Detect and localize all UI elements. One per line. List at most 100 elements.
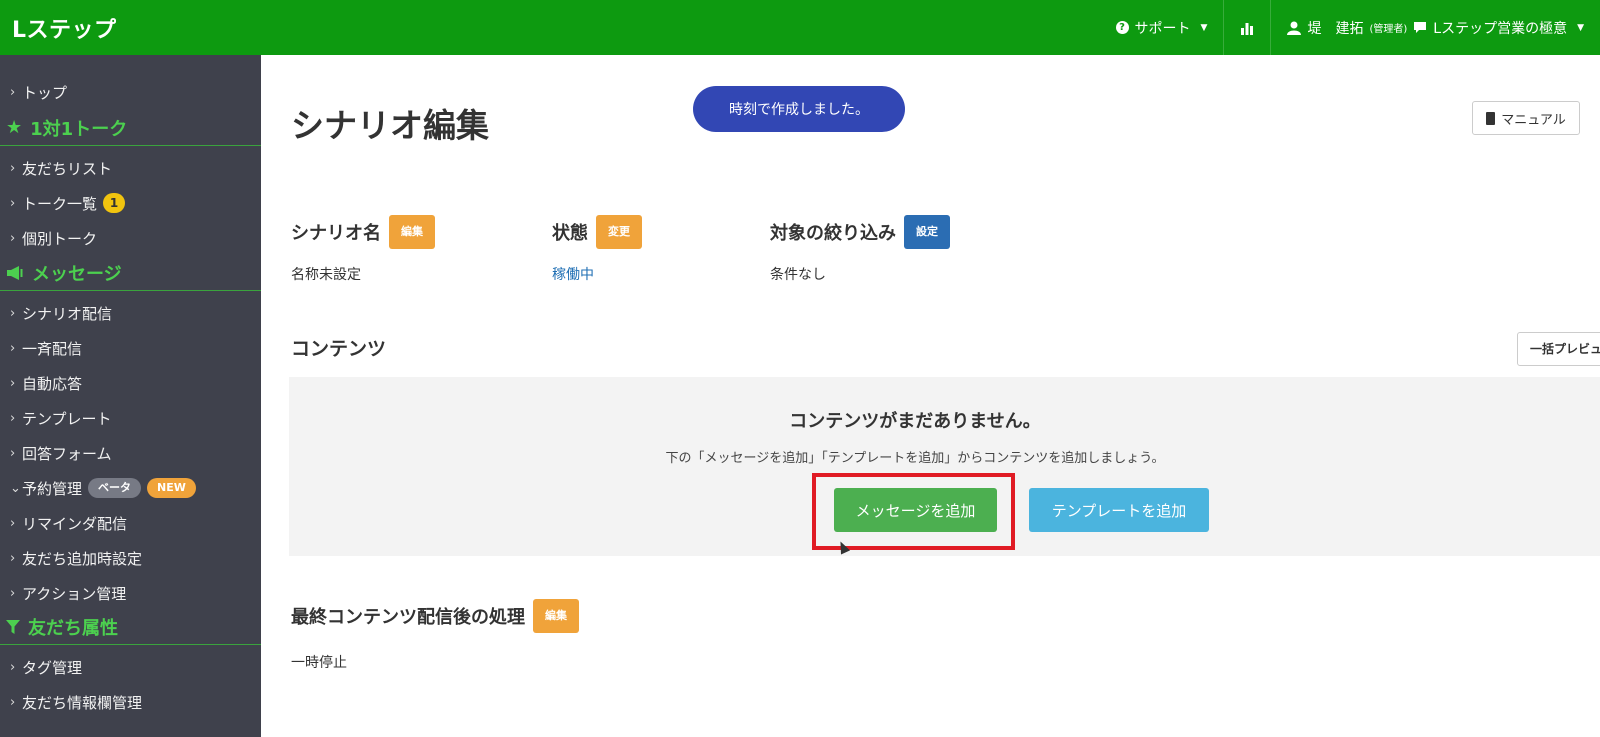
book-icon (1486, 111, 1496, 125)
chevron-down-icon: ▼ (1577, 22, 1584, 33)
beta-badge: ベータ (88, 478, 142, 498)
sidebar-item-reminder[interactable]: › リマインダ配信 (0, 506, 261, 540)
final-action-label: 最終コンテンツ配信後の処理 (291, 607, 525, 628)
sidebar-item-label: 友だち情報欄管理 (22, 693, 143, 712)
change-status-button[interactable]: 変更 (596, 215, 642, 249)
sidebar-section-talk: ★ 1対1トーク (0, 110, 261, 146)
sidebar-section-label: 1対1トーク (30, 118, 128, 140)
chevron-right-icon: › (10, 410, 16, 426)
page-title: シナリオ編集 (291, 106, 489, 145)
sidebar-item-label: 個別トーク (22, 229, 98, 248)
chevron-right-icon: › (10, 445, 16, 461)
sidebar-item-broadcast[interactable]: › 一斉配信 (0, 331, 261, 365)
sidebar-item-label: リマインダ配信 (22, 514, 128, 533)
sidebar-item-auto-reply[interactable]: › 自動応答 (0, 366, 261, 400)
sidebar-section-label: メッセージ (32, 263, 122, 285)
sidebar-item-friend-add-settings[interactable]: › 友だち追加時設定 (0, 541, 261, 575)
unread-badge: 1 (103, 193, 126, 213)
user-name: 堤 建拓 (1307, 20, 1364, 37)
edit-scenario-name-button[interactable]: 編集 (389, 215, 435, 249)
sidebar-item-label: 一斉配信 (22, 339, 83, 358)
chevron-right-icon: › (10, 160, 16, 176)
chevron-right-icon: › (10, 230, 16, 246)
sidebar-item-action-mgmt[interactable]: › アクション管理 (0, 576, 261, 610)
top-nav: ? サポート ▼ 堤 建拓 (管理者) Lステップ営業の極意 ▼ (1100, 0, 1600, 55)
chevron-down-icon: ▼ (1200, 22, 1208, 33)
support-label: サポート (1134, 20, 1191, 37)
sidebar-item-label: アクション管理 (22, 584, 127, 603)
new-badge: NEW (147, 478, 196, 498)
status-field: 状態 変更 (552, 215, 642, 249)
add-template-button[interactable]: テンプレートを追加 (1029, 488, 1209, 532)
sidebar-section-message: メッセージ (0, 255, 261, 291)
sidebar-item-tag-mgmt[interactable]: › タグ管理 (0, 650, 261, 684)
sidebar-item-friends-list[interactable]: › 友だちリスト (0, 151, 261, 185)
manual-button[interactable]: マニュアル (1472, 101, 1580, 135)
sidebar-item-scenario[interactable]: › シナリオ配信 (0, 296, 261, 330)
sidebar-section-label: 友だち属性 (28, 617, 118, 639)
chevron-right-icon: › (10, 515, 16, 531)
final-action-field: 最終コンテンツ配信後の処理 編集 (291, 599, 579, 633)
sidebar: › トップ ★ 1対1トーク › 友だちリスト › トーク一覧 1 › 個別トーク メッセ… (0, 55, 261, 737)
support-menu[interactable]: ? サポート ▼ (1100, 0, 1224, 55)
sidebar-item-reservation[interactable]: ⌄ 予約管理 ベータ NEW (0, 471, 261, 505)
sidebar-item-label: テンプレート (22, 409, 112, 428)
sidebar-item-label: 自動応答 (22, 374, 83, 393)
sidebar-item-label: 友だち追加時設定 (22, 549, 143, 568)
chevron-right-icon: › (10, 305, 16, 321)
filter-value: 条件なし (770, 267, 826, 283)
chevron-right-icon: › (10, 585, 16, 601)
edit-final-action-button[interactable]: 編集 (533, 599, 579, 633)
contents-section-title: コンテンツ (291, 338, 387, 360)
sidebar-item-label: シナリオ配信 (22, 304, 113, 323)
help-icon: ? (1115, 21, 1129, 34)
bulk-preview-button[interactable]: 一括プレビュー (1517, 332, 1600, 366)
sidebar-item-label: 友だちリスト (22, 159, 113, 178)
empty-state-title: コンテンツがまだありません。 (789, 411, 1041, 432)
speech-bubble-icon (1414, 22, 1427, 33)
filter-field: 対象の絞り込み 設定 (770, 215, 950, 249)
chevron-right-icon: › (10, 375, 16, 391)
filter-settings-button[interactable]: 設定 (904, 215, 950, 249)
chevron-right-icon: › (10, 195, 16, 211)
sidebar-item-label: 予約管理 (22, 479, 83, 498)
bar-chart-icon (1241, 22, 1254, 35)
brand-logo[interactable]: Lステップ (12, 12, 117, 44)
chevron-down-icon: ⌄ (10, 480, 21, 496)
sidebar-item-label: タグ管理 (22, 658, 83, 677)
chevron-right-icon: › (10, 84, 16, 100)
toast-notification: 時刻で作成しました。 (693, 86, 905, 132)
sidebar-item-talk-list[interactable]: › トーク一覧 1 (0, 186, 261, 220)
sidebar-item-label: 回答フォーム (22, 444, 112, 463)
sidebar-section-attrs: 友だち属性 (0, 609, 261, 645)
manual-label: マニュアル (1501, 112, 1566, 128)
sidebar-item-top[interactable]: › トップ (0, 75, 261, 109)
sidebar-item-answer-form[interactable]: › 回答フォーム (0, 436, 261, 470)
sidebar-item-template[interactable]: › テンプレート (0, 401, 261, 435)
star-icon: ★ (6, 117, 23, 138)
filter-icon (6, 619, 20, 634)
filter-label: 対象の絞り込み (770, 223, 896, 244)
account-name: Lステップ営業の極意 (1433, 20, 1568, 37)
sidebar-item-label: トーク一覧 (22, 194, 98, 213)
status-label: 状態 (552, 223, 588, 244)
scenario-name-field: シナリオ名 編集 (291, 215, 435, 249)
stats-button[interactable] (1223, 0, 1270, 55)
sidebar-item-label: トップ (22, 83, 68, 102)
final-action-value: 一時停止 (291, 655, 347, 671)
scenario-name-value: 名称未設定 (291, 267, 361, 283)
sidebar-item-individual-talk[interactable]: › 個別トーク (0, 221, 261, 255)
megaphone-icon (7, 265, 23, 280)
chevron-right-icon: › (10, 694, 16, 710)
user-role: (管理者) (1369, 24, 1408, 35)
highlight-box (812, 473, 1015, 550)
user-icon (1287, 21, 1302, 35)
main-content: シナリオ編集 時刻で作成しました。 マニュアル シナリオ名 編集 名称未設定 状… (261, 55, 1600, 737)
chevron-right-icon: › (10, 340, 16, 356)
empty-state-description: 下の「メッセージを追加」「テンプレートを追加」からコンテンツを追加しましょう。 (665, 451, 1165, 466)
user-menu[interactable]: 堤 建拓 (管理者) Lステップ営業の極意 ▼ (1270, 0, 1600, 55)
sidebar-item-friend-info[interactable]: › 友だち情報欄管理 (0, 685, 261, 719)
scenario-name-label: シナリオ名 (291, 223, 381, 244)
chevron-right-icon: › (10, 659, 16, 675)
status-value: 稼働中 (552, 267, 594, 283)
